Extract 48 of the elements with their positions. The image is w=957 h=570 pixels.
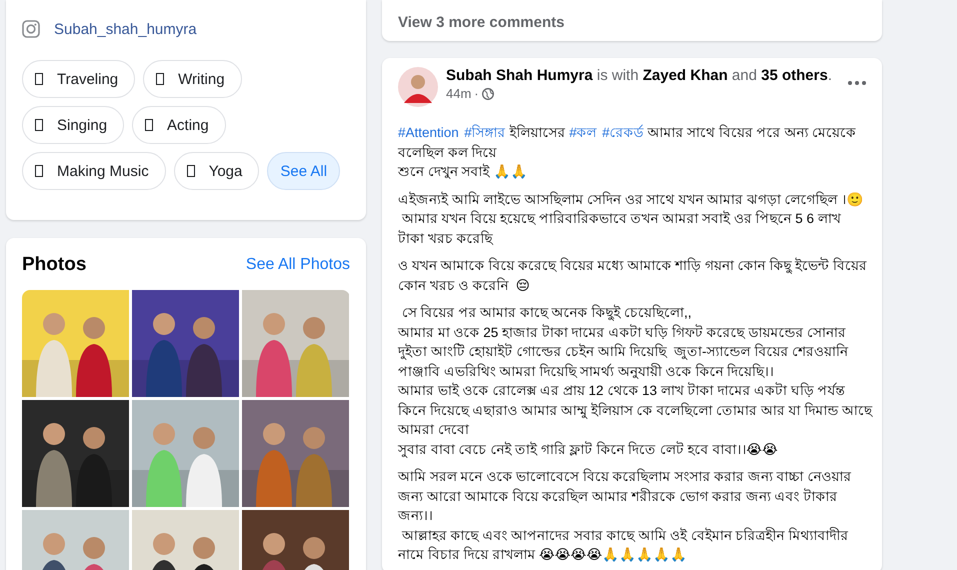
- post-text-line: আমার ভাই ওকে রোলেক্স এর প্রায় 12 থেকে 13 লাখ টাকা দামের একটা ঘড়ি পর্যন্ত: [398, 381, 846, 400]
- post-text-line: সে বিয়ের পর আমার কাছে অনেক কিছুই চেয়েছিলো,,: [400, 304, 692, 322]
- hobby-icon: [156, 73, 164, 85]
- post-text-line: #Attention #সিঙ্গার ইলিয়াসের #কল #রেকর্ড আমার সাথে বিয়ের পরে অন্য মেয়েকে: [398, 124, 856, 142]
- globe-icon: [482, 88, 494, 100]
- hobby-chip[interactable]: Singing: [22, 106, 124, 144]
- hobby-icon: [35, 165, 43, 177]
- hashtag-link[interactable]: #কল: [569, 125, 597, 140]
- hobby-chip[interactable]: Yoga: [174, 152, 260, 190]
- post-text-line: জন্য আরো আমাকে বিয়ে করেছিল আমার শরীরকে ভোগ করার জন্য এবং টাকার: [398, 487, 838, 506]
- hashtag-link[interactable]: #সিঙ্গার: [464, 125, 506, 140]
- post-text-line: আমার মা ওকে 25 হাজার টাকা দামের একটা ঘড়ি গিফট করেছে ডায়মন্ডের সোনার: [398, 323, 846, 342]
- post-text-line: টাকা খরচ করেছি: [398, 229, 493, 248]
- post-headline: Subah Shah Humyra is with Zayed Khan and 35 others.: [446, 67, 833, 84]
- hobby-chip[interactable]: Writing: [143, 60, 242, 98]
- post-text-line: আমার যখন বিয়ে হয়েছে পারিবারিকভাবে তখন আমরা সবাই ওর পিছনে 5 6 লাখ: [400, 210, 841, 228]
- hobby-chip[interactable]: Traveling: [22, 60, 136, 98]
- post-text-line: কিনে দিয়েছে এছারাও আমার আম্মু ইলিয়াস কে বলেছিলো তোমার আর যা দিমান্ড আছে: [398, 402, 872, 420]
- post-text-line: পাঞ্জাবি এভরিথিং আমরা দিয়েছি সামর্থ্য অনুযায়ী ওকে কিনে দিয়েছি।।: [398, 362, 774, 381]
- hobby-chip[interactable]: Making Music: [22, 152, 166, 190]
- post-text-line: শুনে দেখুন সবাই 🙏🙏: [398, 162, 528, 181]
- post-text-line: আল্লাহর কাছে এবং আপনাদের সবার কাছে আমি ওই বেইমান চরিত্রহীন মিথ্যাবাদীর: [400, 526, 848, 544]
- section-title: Photos: [22, 254, 86, 276]
- post-text-line: ও যখন আমাকে বিয়ে করেছে বিয়ের মধ্যে আমাকে শাড়ি গয়না কোন কিছু ইভেন্ট বিয়ের: [398, 256, 867, 276]
- hobby-icon: [145, 119, 154, 131]
- hobby-icon: [35, 73, 43, 85]
- post-text-line: সুবার বাবা বেচে নেই তাই গারি ফ্লাট কিনে দিতে লেট হবে বাবা।।😭😭: [398, 440, 778, 459]
- post-time[interactable]: 44m: [446, 86, 472, 101]
- avatar[interactable]: [398, 67, 438, 107]
- hashtag-link[interactable]: #Attention: [398, 125, 459, 140]
- instagram-icon: [22, 20, 40, 38]
- post-text-line: নামে বিচার দিয়ে রাখলাম 😭😭😭😭🙏🙏🙏🙏🙏: [398, 546, 688, 564]
- hobby-icon: [35, 119, 43, 131]
- instagram-link[interactable]: Subah_shah_humyra: [54, 20, 197, 38]
- post-text-line: আমি সরল মনে ওকে ভালোবেসে বিয়ে করেছিলাম সংসার করার জন্য বাচ্চা নেওয়ার: [398, 468, 852, 486]
- hobby-chip[interactable]: Acting: [132, 106, 226, 144]
- post-text-line: কোন খরচ ও করেনি 😔: [398, 276, 530, 294]
- see-all-button[interactable]: See All: [267, 152, 340, 190]
- see-all-photos-link[interactable]: See All Photos: [246, 256, 350, 274]
- post-text-line: আমরা দেবো: [398, 421, 469, 439]
- post-text-line: জন্য।।: [398, 507, 433, 525]
- post-text-line: দুইতা আংটি হোয়াইট গোল্ডের চেইন আমি দিয়েছি জুতা-স্যান্ডেল বিয়ের শেরওয়ানি: [398, 342, 848, 362]
- more-options-icon[interactable]: [848, 81, 866, 85]
- post-text-line: বলেছিল কল দিয়ে: [398, 144, 497, 162]
- post-text-line: এইজন্যই আমি লাইভে আসছিলাম সেদিন ওর সাথে যখন আমার ঝগড়া লেগেছিল ।🙂: [398, 190, 864, 208]
- hobby-icon: [186, 165, 195, 177]
- hashtag-link[interactable]: #রেকর্ড: [602, 125, 644, 140]
- separator-dot: ·: [474, 86, 479, 101]
